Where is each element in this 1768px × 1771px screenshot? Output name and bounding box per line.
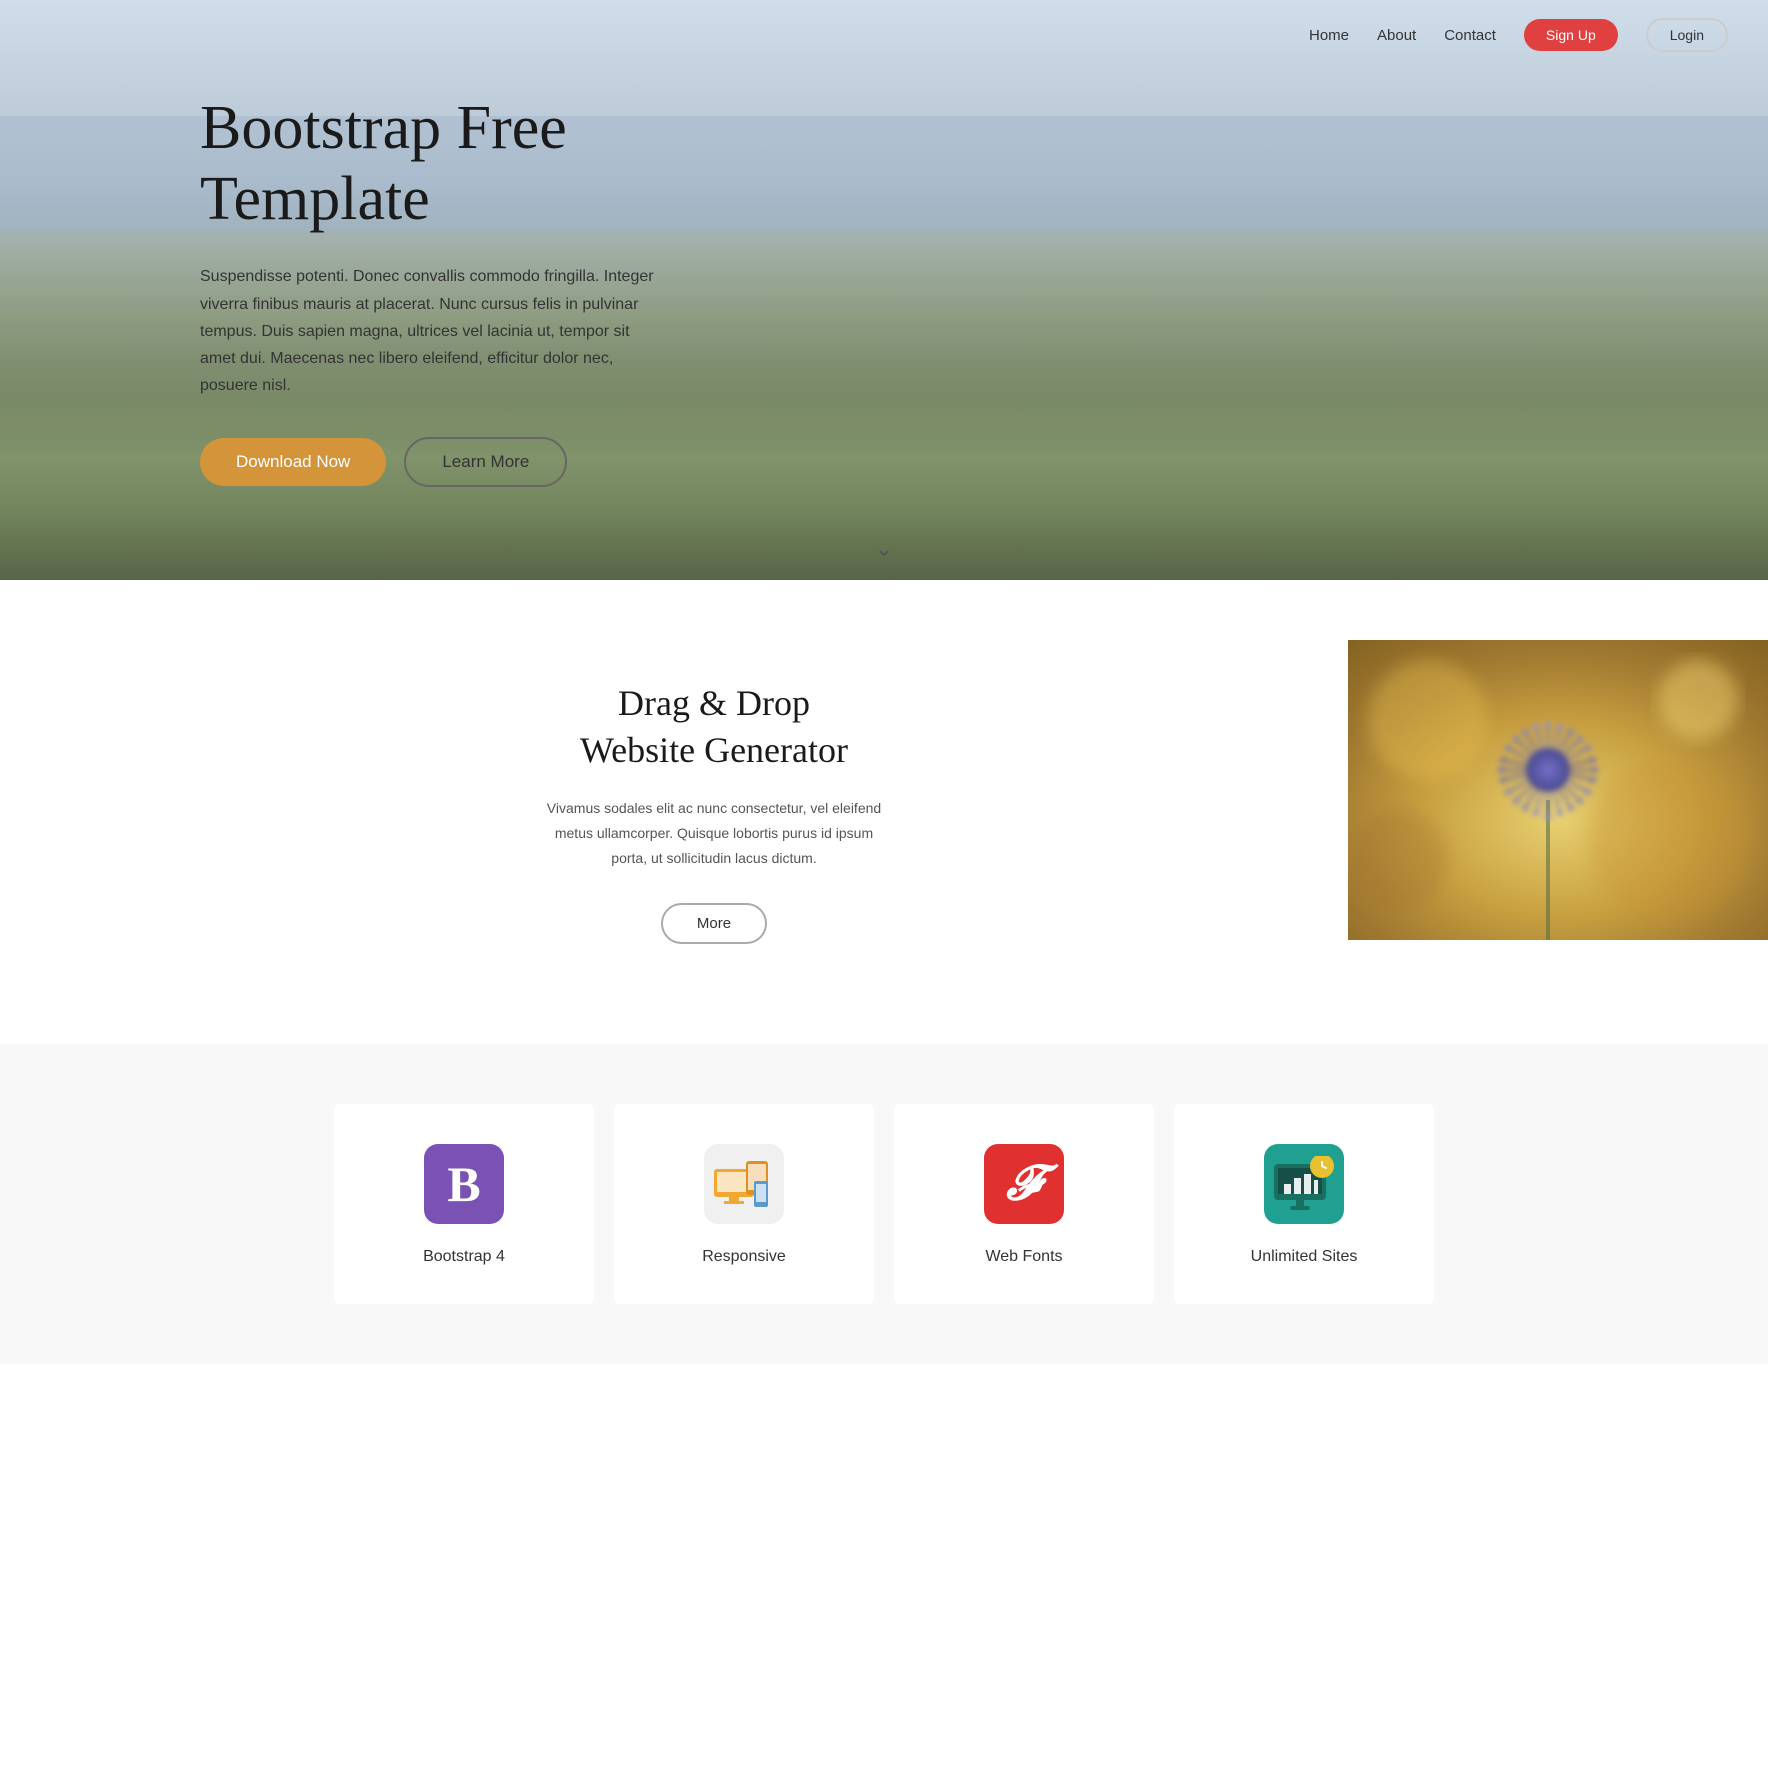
download-button[interactable]: Download Now xyxy=(200,438,386,486)
dragdrop-description: Vivamus sodales elit ac nunc consectetur… xyxy=(544,796,884,872)
unlimited-icon xyxy=(1264,1144,1344,1224)
nav-links: Home About Contact Sign Up Login xyxy=(1309,18,1728,52)
more-button[interactable]: More xyxy=(661,903,767,944)
signup-button[interactable]: Sign Up xyxy=(1524,19,1618,51)
feature-webfonts-label: Web Fonts xyxy=(985,1248,1062,1266)
hero-title: Bootstrap Free Template xyxy=(200,93,660,236)
hero-section: Bootstrap Free Template Suspendisse pote… xyxy=(0,0,1768,580)
feature-unlimited-label: Unlimited Sites xyxy=(1251,1248,1358,1266)
bootstrap-b-letter: B xyxy=(447,1155,480,1213)
flower-image-svg xyxy=(1348,640,1768,940)
nav-home[interactable]: Home xyxy=(1309,27,1349,44)
feature-bootstrap-label: Bootstrap 4 xyxy=(423,1248,505,1266)
dragdrop-title: Drag & DropWebsite Generator xyxy=(580,680,848,774)
nav-about[interactable]: About xyxy=(1377,27,1416,44)
webfonts-icon: 𝓕 xyxy=(984,1144,1064,1224)
webfonts-f-letter: 𝓕 xyxy=(1006,1156,1041,1212)
responsive-icon xyxy=(704,1144,784,1224)
feature-bootstrap: B Bootstrap 4 xyxy=(334,1104,594,1304)
scroll-down-icon[interactable]: ⌄ xyxy=(875,536,893,562)
bootstrap-icon: B xyxy=(424,1144,504,1224)
responsive-screens-svg xyxy=(714,1159,774,1209)
dragdrop-text: Drag & DropWebsite Generator Vivamus sod… xyxy=(0,640,1348,984)
unlimited-monitor-svg xyxy=(1272,1156,1336,1212)
feature-responsive: Responsive xyxy=(614,1104,874,1304)
features-grid: B Bootstrap 4 xyxy=(334,1104,1434,1304)
feature-webfonts: 𝓕 Web Fonts xyxy=(894,1104,1154,1304)
hero-content: Bootstrap Free Template Suspendisse pote… xyxy=(0,93,660,488)
dragdrop-section: Drag & DropWebsite Generator Vivamus sod… xyxy=(0,580,1768,1044)
navbar: Home About Contact Sign Up Login xyxy=(0,0,1768,70)
features-section: B Bootstrap 4 xyxy=(0,1044,1768,1364)
nav-contact[interactable]: Contact xyxy=(1444,27,1496,44)
dragdrop-image xyxy=(1348,640,1768,984)
login-button[interactable]: Login xyxy=(1646,18,1728,52)
feature-unlimited: Unlimited Sites xyxy=(1174,1104,1434,1304)
learn-more-button[interactable]: Learn More xyxy=(404,437,567,487)
feature-responsive-label: Responsive xyxy=(702,1248,786,1266)
hero-buttons: Download Now Learn More xyxy=(200,437,660,487)
hero-description: Suspendisse potenti. Donec convallis com… xyxy=(200,263,660,399)
